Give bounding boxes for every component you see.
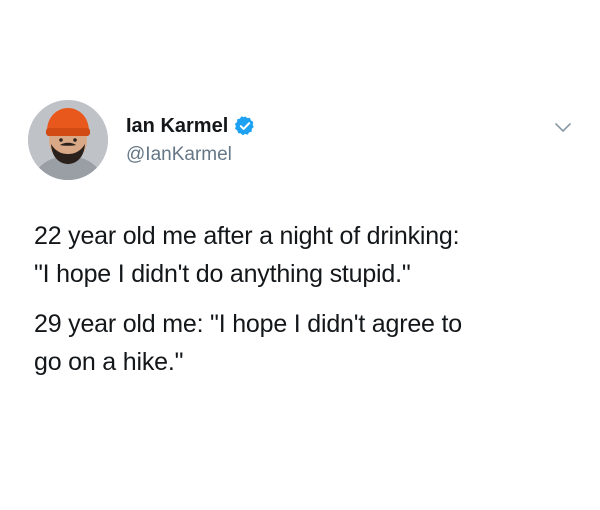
tweet-line: "I hope I didn't do anything stupid." xyxy=(34,260,411,288)
tweet-line: 29 year old me: "I hope I didn't agree t… xyxy=(34,310,462,338)
avatar[interactable] xyxy=(28,100,108,180)
tweet-paragraph-1: 22 year old me after a night of drinking… xyxy=(34,217,584,293)
tweet-card: Ian Karmel @IanKarmel 22 year old me aft… xyxy=(0,0,600,510)
tweet-line: go on a hike." xyxy=(34,348,184,376)
avatar-image xyxy=(28,100,108,180)
author-display-name[interactable]: Ian Karmel xyxy=(126,113,228,139)
tweet-paragraph-2: 29 year old me: "I hope I didn't agree t… xyxy=(34,305,584,381)
verified-badge-icon xyxy=(234,115,256,137)
author-name-row[interactable]: Ian Karmel xyxy=(126,113,256,139)
tweet-text: 22 year old me after a night of drinking… xyxy=(34,217,584,381)
tweet-line: 22 year old me after a night of drinking… xyxy=(34,222,460,250)
chevron-down-icon[interactable] xyxy=(553,120,573,134)
author-handle[interactable]: @IanKarmel xyxy=(126,143,232,167)
